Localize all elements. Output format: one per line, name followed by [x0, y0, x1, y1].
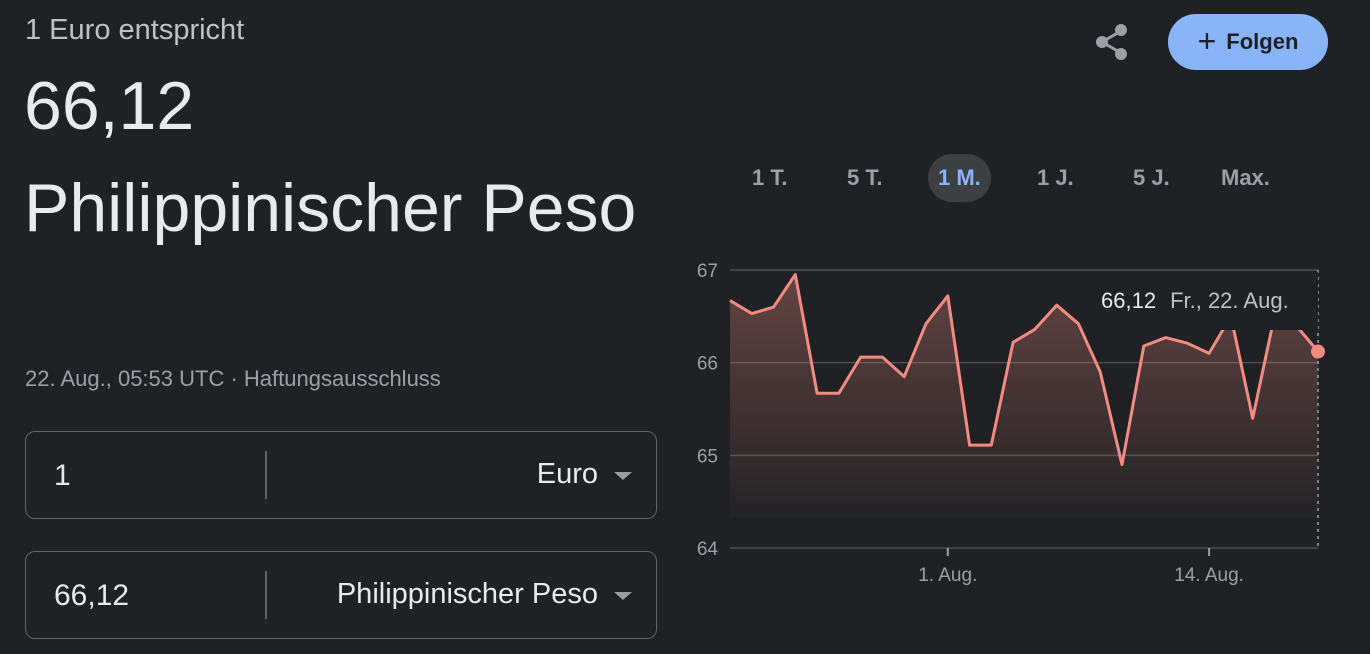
exchange-rate-value: 66,12	[24, 68, 195, 144]
share-button[interactable]	[1090, 20, 1134, 64]
tab-5-years[interactable]: 5 J.	[1123, 154, 1180, 202]
rate-subtitle: 1 Euro entspricht	[25, 14, 245, 46]
tab-max[interactable]: Max.	[1211, 154, 1280, 202]
divider	[265, 571, 267, 619]
to-amount-input[interactable]	[52, 578, 256, 614]
y-tick-label: 65	[697, 446, 718, 467]
rate-meta: 22. Aug., 05:53 UTC · Haftungsausschluss	[25, 366, 441, 392]
exchange-rate-currency: Philippinischer Peso	[24, 170, 637, 246]
tab-5-days[interactable]: 5 T.	[837, 154, 892, 202]
range-tabs: 1 T. 5 T. 1 M. 1 J. 5 J. Max.	[725, 154, 1325, 202]
share-icon	[1096, 24, 1127, 60]
follow-label: Folgen	[1226, 29, 1299, 54]
tooltip-value: 66,12	[1101, 288, 1157, 313]
plus-icon: +	[1197, 22, 1217, 59]
chart-tooltip: 66,12 Fr., 22. Aug.	[1086, 272, 1318, 330]
from-currency-row: Euro	[25, 431, 657, 519]
from-currency-select[interactable]: Euro	[537, 458, 598, 491]
follow-button[interactable]: + Folgen	[1168, 14, 1328, 70]
data-point	[1311, 344, 1325, 359]
to-currency-select[interactable]: Philippinischer Peso	[337, 578, 598, 611]
x-tick-label: 1. Aug.	[918, 565, 977, 586]
y-tick-label: 64	[697, 539, 719, 560]
y-tick-label: 66	[697, 354, 718, 375]
chevron-down-icon[interactable]	[614, 592, 632, 600]
chevron-down-icon[interactable]	[614, 472, 632, 480]
tab-1-month[interactable]: 1 M.	[928, 154, 991, 202]
to-currency-row: Philippinischer Peso	[25, 551, 657, 639]
tab-1-year[interactable]: 1 J.	[1027, 154, 1084, 202]
from-amount-input[interactable]	[52, 458, 256, 494]
rate-timestamp: 22. Aug., 05:53 UTC	[25, 366, 225, 391]
divider	[265, 451, 267, 499]
tab-1-day[interactable]: 1 T.	[742, 154, 797, 202]
x-tick-label: 14. Aug.	[1174, 565, 1244, 586]
meta-separator: ·	[230, 366, 238, 391]
y-tick-label: 67	[697, 261, 718, 282]
disclaimer-link[interactable]: Haftungsausschluss	[244, 366, 441, 391]
tooltip-date: Fr., 22. Aug.	[1170, 288, 1289, 313]
